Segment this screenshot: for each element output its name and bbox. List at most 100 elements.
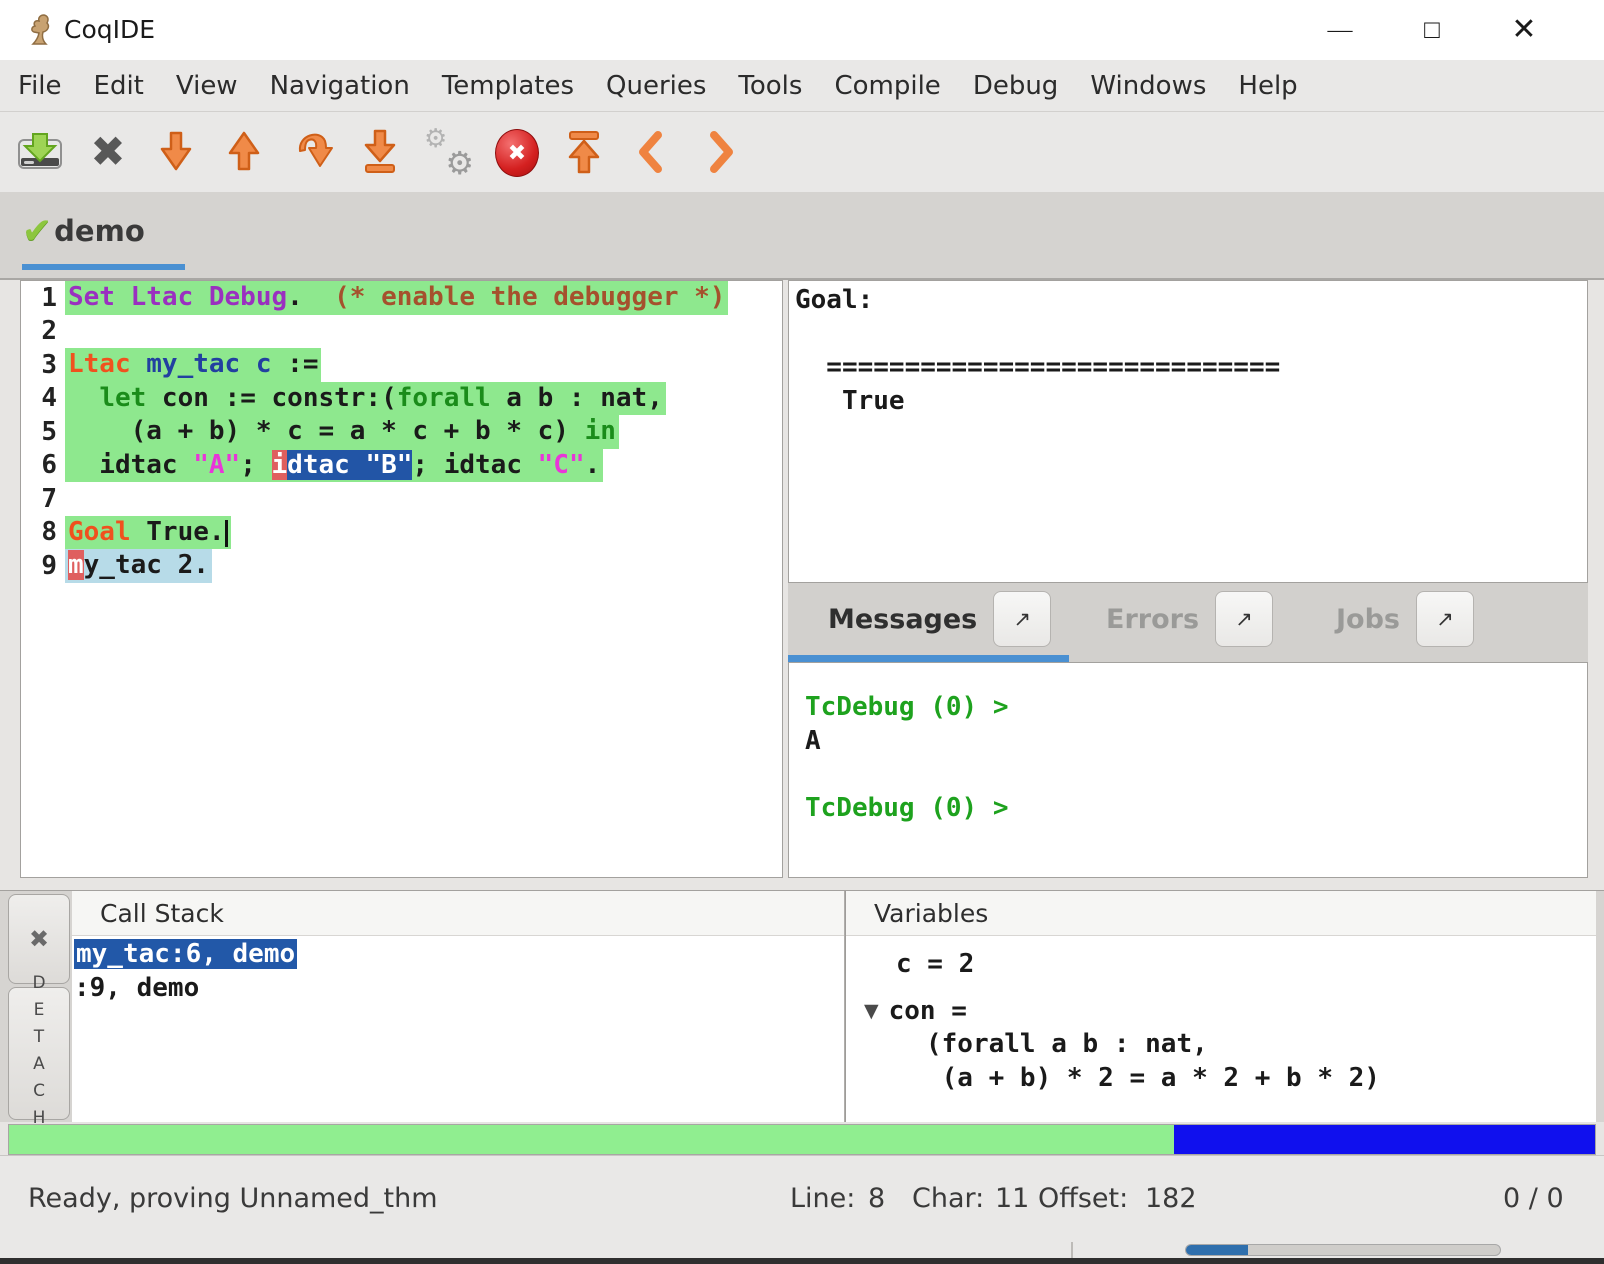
message-line: A [805,725,1587,759]
script-editor[interactable]: 1 Set Ltac Debug. (* enable the debugger … [20,280,783,878]
interrupt-stop-icon: ✖ [495,129,539,177]
variables-header: Variables [846,891,1596,936]
call-stack-list: my_tac:6, demo:9, demo [72,936,844,1005]
variable-row[interactable]: (forall a b : nat, [846,1028,1596,1062]
minimize-icon[interactable]: — [1318,0,1362,60]
code-line[interactable]: 3Ltac my_tac c := [21,348,782,382]
menu-item-debug[interactable]: Debug [973,71,1059,101]
code-line[interactable]: 6 idtac "A"; idtac "B"; idtac "C". [21,449,782,483]
tab-messages[interactable]: Messages ↗ [828,583,1051,655]
menu-bar: File Edit View Navigation Templates Queries To… [0,60,1604,112]
toolbar-interrupt-button[interactable]: ✖ [492,128,540,176]
message-line: TcDebug (0) > [805,691,1587,725]
line-number: 9 [21,551,57,581]
checkmark-icon: ✔ [22,211,52,252]
status-message: Ready, proving Unnamed_thm [28,1156,438,1242]
goal-text: Goal: ============================= True [789,281,1587,418]
strip-divider [1071,1242,1073,1258]
editor-lines: 1 Set Ltac Debug. (* enable the debugger … [21,281,782,583]
toolbar-next-occurrence-button[interactable] [696,128,744,176]
toolbar-close-button[interactable]: ✖ [84,128,132,176]
char-label: Char: [912,1156,984,1242]
text-cursor [225,520,228,547]
toolbar-save-button[interactable] [16,128,64,176]
variable-text: con = [889,995,967,1029]
call-stack-header: Call Stack [72,891,844,936]
line-number: 6 [21,450,57,480]
menu-item-compile[interactable]: Compile [834,71,940,101]
code-line[interactable]: 1 Set Ltac Debug. (* enable the debugger … [21,281,782,315]
message-line: TcDebug (0) > [805,792,1587,826]
maximize-icon[interactable]: □ [1410,0,1454,60]
messages-panel[interactable]: TcDebug (0) >ATcDebug (0) > [788,662,1588,878]
line-value: 8 [868,1156,885,1242]
close-debug-panel-button[interactable]: ✖ [8,894,70,984]
menu-item-help[interactable]: Help [1238,71,1297,101]
line-content: my_tac 2. [65,549,212,583]
call-stack-frame[interactable]: my_tac:6, demo [74,938,844,972]
menu-item-windows[interactable]: Windows [1090,71,1206,101]
toolbar-forward-one-command-button[interactable] [152,128,200,176]
line-number: 8 [21,517,57,547]
line-number: 2 [21,316,57,346]
goal-panel[interactable]: Goal: ============================= True [788,280,1588,583]
menu-item-templates[interactable]: Templates [442,71,574,101]
code-line[interactable]: 5 (a + b) * c = a * c + b * c) in [21,415,782,449]
toolbar-preferences-button[interactable]: ⚙ ⚙ [424,128,472,176]
menu-item-tools[interactable]: Tools [738,71,802,101]
processing-progress-bar [8,1124,1596,1155]
expander-triangle-icon[interactable]: ▼ [864,995,879,1029]
mini-progress-fill [1186,1245,1248,1255]
call-stack-panel: Call Stack my_tac:6, demo:9, demo [72,891,845,1122]
detach-messages-button[interactable]: ↗ [993,591,1051,647]
tab-label: demo [54,214,145,248]
line-number: 3 [21,350,57,380]
variables-list: c = 2 ▼ con =(forall a b : nat, (a + b) * … [846,936,1596,1095]
code-line[interactable]: 7 [21,482,782,516]
menu-item-file[interactable]: File [18,71,62,101]
variable-row[interactable]: (a + b) * 2 = a * 2 + b * 2) [846,1062,1596,1096]
offset-value: 182 [1145,1156,1197,1242]
processing-segment [1174,1125,1595,1154]
tab-errors[interactable]: Errors ↗ [1106,583,1273,655]
toolbar: ✖ ⚙ ⚙ ✖ [0,112,1604,192]
close-window-icon[interactable]: ✕ [1502,0,1546,60]
code-line[interactable]: 9 my_tac 2. [21,549,782,583]
toolbar-backward-one-command-button[interactable] [220,128,268,176]
code-line[interactable]: 2 [21,315,782,349]
detach-jobs-button[interactable]: ↗ [1416,591,1474,647]
message-line [805,758,1587,792]
chevron-right-icon [696,128,744,176]
code-line[interactable]: 8 Goal True. [21,516,782,550]
toolbar-previous-occurrence-button[interactable] [628,128,676,176]
menu-item-queries[interactable]: Queries [606,71,706,101]
messages-content: TcDebug (0) >ATcDebug (0) > [789,663,1587,825]
char-value: 11 [995,1156,1029,1242]
menu-item-navigation[interactable]: Navigation [270,71,410,101]
line-content: Set Ltac Debug. (* enable the debugger *… [65,281,728,315]
processed-segment [9,1125,1174,1154]
detach-debug-panel-button[interactable]: DETACH [8,987,70,1120]
tab-jobs[interactable]: Jobs ↗ [1336,583,1474,655]
toolbar-go-to-cursor-button[interactable] [288,128,336,176]
menu-item-edit[interactable]: Edit [94,71,144,101]
variable-row[interactable]: ▼ con = [846,995,1596,1029]
toolbar-go-to-end-button[interactable] [356,128,404,176]
coqide-logo-icon [26,13,56,47]
messages-tab-label: Messages [828,604,977,635]
line-number: 7 [21,484,57,514]
arrow-to-top-icon [560,128,608,176]
arrow-up-icon [220,128,268,176]
line-content: Goal True. [65,516,231,550]
chevron-left-icon [628,128,676,176]
toolbar-go-to-start-button[interactable] [560,128,608,176]
variable-row[interactable]: c = 2 [846,948,1596,982]
menu-item-view[interactable]: View [176,71,238,101]
call-stack-frame[interactable]: :9, demo [74,972,844,1006]
arrow-to-bottom-icon [356,128,404,176]
tab-demo[interactable]: ✔ demo [22,202,145,260]
window-title: CoqIDE [64,0,155,60]
detach-errors-button[interactable]: ↗ [1215,591,1273,647]
line-number: 1 [21,283,57,313]
code-line[interactable]: 4 let con := constr:(forall a b : nat, [21,382,782,416]
